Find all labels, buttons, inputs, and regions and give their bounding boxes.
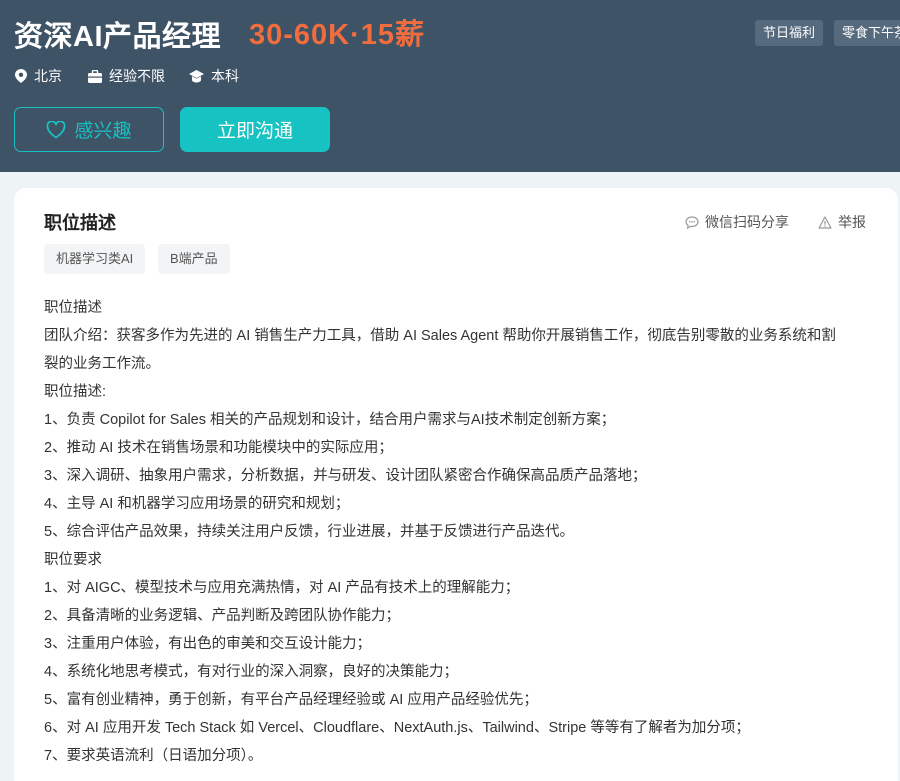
description-line: 职位描述: [44, 384, 107, 400]
job-header: 资深AI产品经理 30-60K·15薪 节日福利 零食下午茶 北京 经验不限 本… [0, 0, 900, 172]
description-line: 3、注重用户体验，有出色的审美和交互设计能力； [44, 636, 372, 652]
heart-icon [47, 120, 66, 138]
description-line: 职位要求 [44, 552, 102, 568]
share-label: 微信扫码分享 [705, 214, 789, 230]
chat-now-button[interactable]: 立即沟通 [180, 107, 330, 152]
chat-bubble-icon [685, 215, 699, 229]
briefcase-icon [88, 69, 102, 83]
graduation-cap-icon [189, 69, 204, 82]
description-line: 4、主导 AI 和机器学习应用场景的研究和规划； [44, 496, 350, 512]
job-city-label: 北京 [34, 68, 62, 84]
job-degree: 本科 [189, 67, 239, 85]
description-line: 职位描述 [44, 300, 102, 316]
description-line: 3、深入调研、抽象用户需求，分析数据，并与研发、设计团队紧密合作确保高品质产品落… [44, 468, 647, 484]
job-tag: B端产品 [158, 244, 230, 274]
description-line: 裂的业务工作流。 [44, 356, 160, 372]
description-line: 1、对 AIGC、模型技术与应用充满热情，对 AI 产品有技术上的理解能力； [44, 580, 520, 596]
description-line: 团队介绍：获客多作为先进的 AI 销售生产力工具，借助 AI Sales Age… [44, 328, 836, 344]
job-description-text: 职位描述 团队介绍：获客多作为先进的 AI 销售生产力工具，借助 AI Sale… [44, 294, 884, 770]
salary-range: 30-60K·15薪 [249, 19, 426, 51]
report-link[interactable]: 举报 [818, 212, 866, 232]
description-line: 2、推动 AI 技术在销售场景和功能模块中的实际应用； [44, 440, 393, 456]
job-tag: 机器学习类AI [44, 244, 146, 274]
description-line: 2、具备清晰的业务逻辑、产品判断及跨团队协作能力； [44, 608, 401, 624]
job-degree-label: 本科 [211, 68, 239, 84]
description-line: 1、负责 Copilot for Sales 相关的产品规划和设计，结合用户需求… [44, 412, 616, 428]
job-description-card: 职位描述 微信扫码分享 举报 机器学习类AI B端产品 职位描述 团队介绍：获客… [14, 188, 898, 781]
job-experience-label: 经验不限 [109, 68, 165, 84]
interest-button[interactable]: 感兴趣 [14, 107, 164, 152]
location-pin-icon [15, 69, 27, 83]
job-experience: 经验不限 [88, 67, 165, 85]
welfare-tag: 零食下午茶 [834, 20, 900, 46]
welfare-tag: 节日福利 [755, 20, 824, 46]
report-label: 举报 [838, 214, 866, 230]
description-line: 4、系统化地思考模式，有对行业的深入洞察，良好的决策能力； [44, 664, 459, 680]
description-line: 5、综合评估产品效果，持续关注用户反馈，行业进展，并基于反馈进行产品迭代。 [44, 524, 575, 540]
job-city: 北京 [15, 67, 62, 85]
description-line: 5、富有创业精神，勇于创新，有平台产品经理经验或 AI 应用产品经验优先； [44, 692, 538, 708]
interest-button-label: 感兴趣 [74, 121, 132, 142]
section-title: 职位描述 [44, 213, 116, 233]
description-line: 7、要求英语流利（日语加分项）。 [44, 748, 263, 764]
wechat-share-link[interactable]: 微信扫码分享 [685, 212, 789, 232]
warning-triangle-icon [818, 215, 832, 229]
description-line: 6、对 AI 应用开发 Tech Stack 如 Vercel、Cloudfla… [44, 720, 750, 736]
job-title: 资深AI产品经理 [14, 21, 222, 53]
